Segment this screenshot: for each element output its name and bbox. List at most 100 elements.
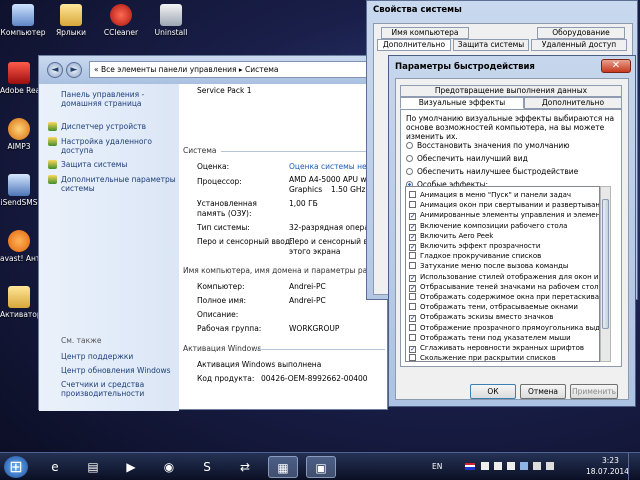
desktop-icon-aimp3[interactable]: AIMP3 [0, 118, 38, 151]
radio-default[interactable]: Восстановить значения по умолчанию [406, 141, 570, 150]
desktop-icon-activator[interactable]: Активатор [0, 286, 38, 319]
desktop-icon-isendsms[interactable]: iSendSMS [0, 174, 38, 207]
see-also-action-center-link[interactable]: Центр поддержки [61, 352, 176, 361]
checkbox[interactable] [409, 293, 416, 300]
tab-computer-name[interactable]: Имя компьютера [381, 27, 469, 39]
checkbox[interactable] [409, 201, 416, 209]
tab-hardware[interactable]: Оборудование [537, 27, 625, 39]
back-button[interactable]: ◄ [47, 62, 63, 78]
effect-item[interactable]: Отображение прозрачного прямоугольника в… [409, 323, 599, 332]
performance-options-title: Параметры быстродействия [395, 62, 535, 72]
start-button[interactable]: ⊞ [4, 456, 28, 478]
checkbox[interactable] [409, 262, 416, 270]
workgroup-label: Рабочая группа: [197, 324, 262, 333]
tray-icon[interactable] [494, 462, 502, 470]
full-name-value: Andrei-PC [289, 296, 326, 305]
checkbox[interactable]: ✓ [409, 244, 416, 251]
address-bar[interactable]: « Все элементы панели управления ▸ Систе… [89, 61, 385, 78]
tab-visual-effects[interactable]: Визуальные эффекты [400, 97, 524, 109]
checkbox[interactable] [409, 252, 416, 260]
control-panel-toolbar: ◄ ► « Все элементы панели управления ▸ С… [39, 56, 387, 84]
skype-icon[interactable]: S [192, 456, 222, 478]
effect-item[interactable]: Отображать тени, отбрасываемые окнами [409, 303, 599, 311]
desktop-icon-adobe-reader[interactable]: Adobe Reader X [0, 62, 38, 95]
nav-link-remote-settings[interactable]: Настройка удаленного доступа [48, 137, 176, 155]
checkbox[interactable] [409, 323, 416, 331]
teamviewer-icon[interactable]: ⇄ [230, 456, 260, 478]
effect-item[interactable]: Гладкое прокручивание списков [409, 252, 599, 260]
effect-item[interactable]: ✓ Анимированные элементы управления и эле… [409, 211, 599, 221]
tray-icon[interactable] [507, 462, 515, 470]
clock-date[interactable]: 18.07.2014 [586, 467, 629, 476]
system-props-icon[interactable]: ▣ [306, 456, 336, 478]
tab-dep[interactable]: Предотвращение выполнения данных [400, 85, 622, 97]
desktop-icon-ccleaner[interactable]: CCleaner [98, 4, 144, 37]
battery-icon[interactable] [546, 462, 554, 470]
effect-item[interactable]: ✓ Включение композиции рабочего стола [409, 222, 599, 231]
checkbox[interactable]: ✓ [409, 274, 416, 282]
desktop-icon-avast[interactable]: avast! Антивирус [0, 230, 38, 263]
effects-scrollbar[interactable] [600, 186, 611, 362]
desktop-icon-label: Компьютер [0, 28, 46, 37]
flag-icon [465, 463, 475, 470]
forward-button[interactable]: ► [66, 62, 82, 78]
ie-icon[interactable]: e [40, 456, 70, 478]
checkbox[interactable]: ✓ [409, 223, 416, 231]
clock-time[interactable]: 3:23 [602, 456, 619, 465]
checkbox[interactable] [409, 191, 416, 198]
desktop-icon-uninstall[interactable]: Uninstall [148, 4, 194, 37]
effect-item[interactable]: ✓ Отбрасывание теней значками на рабочем … [409, 283, 599, 292]
rating-link[interactable]: Оценка системы недо [289, 162, 376, 171]
chrome-icon[interactable]: ◉ [154, 456, 184, 478]
ok-button[interactable]: ОК [470, 384, 516, 399]
checkbox[interactable]: ✓ [409, 315, 416, 323]
effect-label: Включить Aero Peek [420, 231, 494, 240]
checkbox[interactable]: ✓ [409, 284, 416, 292]
tab-remote[interactable]: Удаленный доступ [531, 39, 627, 51]
effect-item[interactable]: Анимация окон при свертывании и разверты… [409, 201, 599, 209]
effect-item[interactable]: ✓ Включить Aero Peek [409, 232, 599, 241]
tab-advanced[interactable]: Дополнительно [524, 97, 622, 109]
effect-item[interactable]: Отображать тени под указателем мыши [409, 333, 599, 342]
close-button[interactable]: ✕ [601, 59, 631, 73]
volume-icon[interactable] [533, 462, 541, 470]
desktop-icon-shortcuts[interactable]: Ярлыки [48, 4, 94, 37]
checkbox[interactable] [409, 333, 416, 341]
media-player-icon[interactable]: ▶ [116, 456, 146, 478]
cancel-button[interactable]: Отмена [520, 384, 566, 399]
pen-touch-value-line2: этого экрана [289, 247, 341, 256]
desktop-icon-computer[interactable]: Компьютер [0, 4, 46, 37]
effect-item[interactable]: ✓ Использование стилей отображения для ок… [409, 273, 599, 282]
radio-best-performance[interactable]: Обеспечить наилучшее быстродействие [406, 167, 578, 176]
checkbox[interactable] [409, 303, 416, 311]
effect-item[interactable]: Анимация в меню "Пуск" и панели задач [409, 191, 599, 199]
explorer-icon[interactable]: ▤ [78, 456, 108, 478]
control-panel-icon[interactable]: ▦ [268, 456, 298, 478]
tab-system-protection[interactable]: Защита системы [453, 39, 529, 51]
checkbox[interactable]: ✓ [409, 213, 416, 221]
tab-advanced[interactable]: Дополнительно [377, 39, 451, 51]
radio-best-appearance[interactable]: Обеспечить наилучший вид [406, 154, 528, 163]
checkbox[interactable]: ✓ [409, 346, 416, 353]
see-also-performance-link[interactable]: Счетчики и средства производительности [61, 380, 176, 398]
see-also-windows-update-link[interactable]: Центр обновления Windows [61, 366, 176, 375]
nav-link-system-protection[interactable]: Защита системы [48, 160, 176, 169]
effect-item[interactable]: Скольжение при раскрытии списков [409, 354, 599, 361]
effect-item[interactable]: Отображать содержимое окна при перетаски… [409, 293, 599, 301]
effect-item[interactable]: Затухание меню после вызова команды [409, 262, 599, 270]
network-icon[interactable] [520, 462, 528, 470]
control-panel-home-link[interactable]: Панель управления - домашняя страница [61, 90, 176, 108]
nav-link-device-manager[interactable]: Диспетчер устройств [48, 122, 176, 131]
checkbox[interactable]: ✓ [409, 233, 416, 241]
effect-item[interactable]: ✓ Включить эффект прозрачности [409, 242, 599, 251]
show-desktop-button[interactable] [628, 453, 640, 480]
system-properties-title: Свойства системы [373, 5, 462, 15]
checkbox[interactable] [409, 354, 416, 361]
effect-item[interactable]: ✓ Отображать эскизы вместо значков [409, 313, 599, 323]
scrollbar-thumb[interactable] [602, 199, 609, 329]
nav-link-advanced-settings[interactable]: Дополнительные параметры системы [48, 175, 176, 193]
apply-button[interactable]: Применить [570, 384, 618, 399]
effect-item[interactable]: ✓ Сглаживать неровности экранных шрифтов [409, 344, 599, 353]
language-indicator[interactable]: EN [432, 462, 442, 471]
tray-icon[interactable] [481, 462, 489, 470]
